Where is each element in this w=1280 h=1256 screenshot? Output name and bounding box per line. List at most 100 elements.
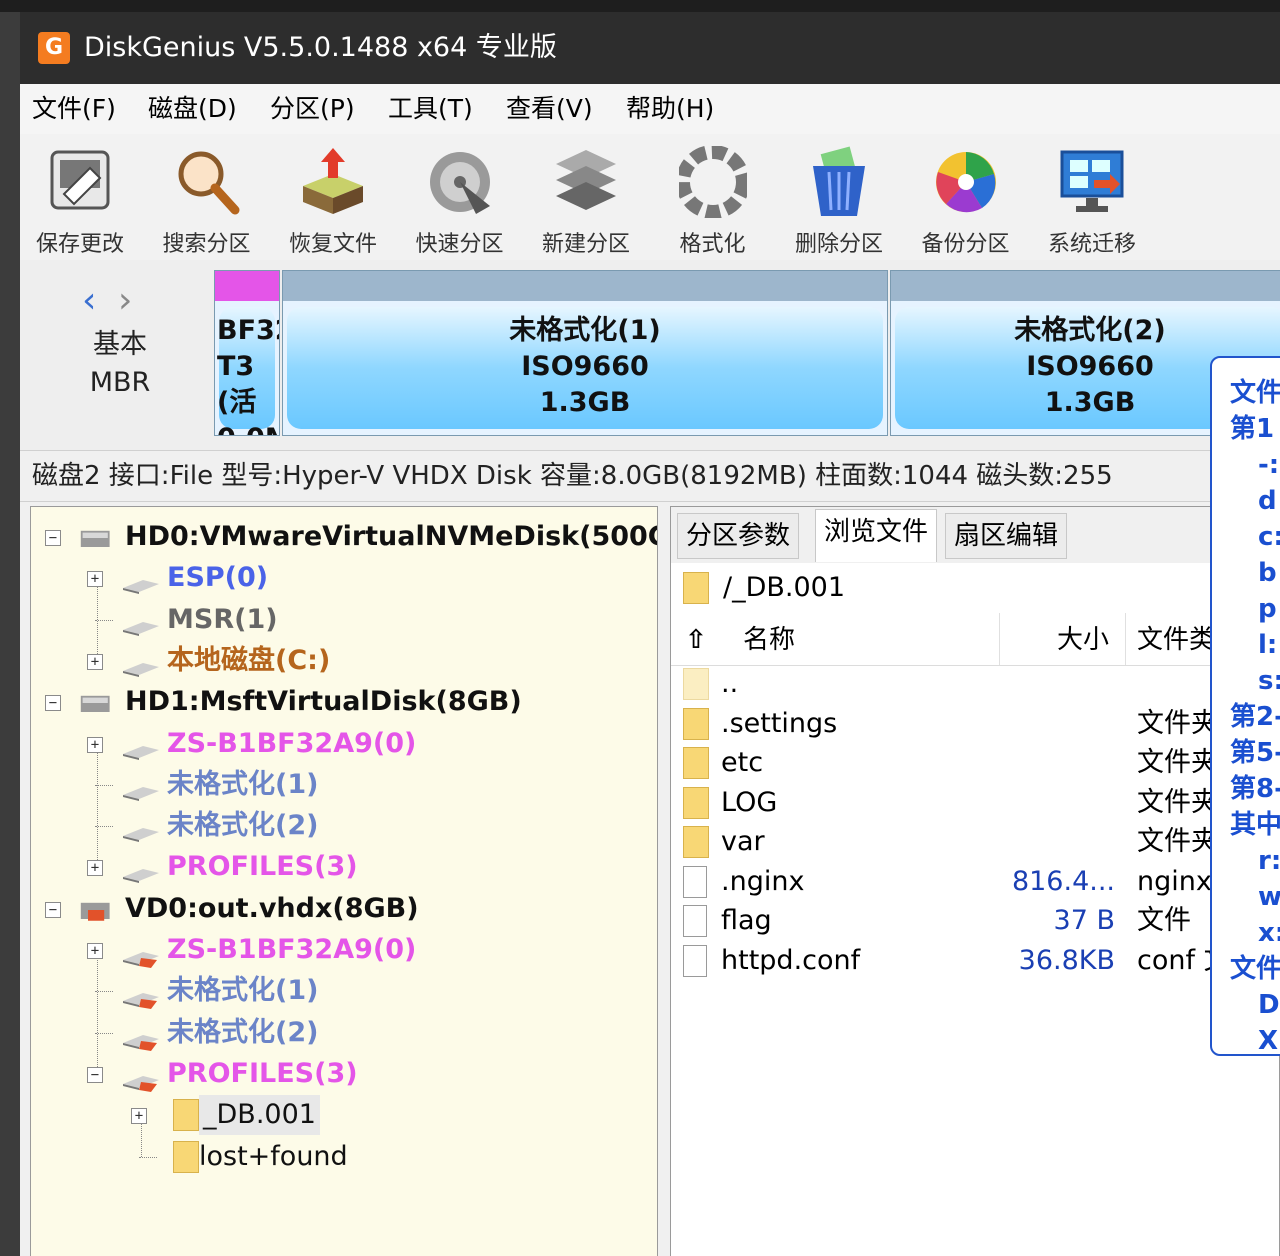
file-name: httpd.conf <box>721 944 861 976</box>
prev-disk-arrow-icon[interactable]: ‹ <box>82 280 96 321</box>
tree-node-label: 未格式化(2) <box>167 810 319 842</box>
tree-node[interactable]: + _DB.001 <box>31 1095 651 1136</box>
file-row[interactable]: var 文件夹 <box>671 823 1279 863</box>
tooltip-line: l: <box>1258 630 1278 660</box>
partition-label-line1: 未格式化(2) <box>1014 315 1166 346</box>
toolbar-button-3[interactable]: 恢复文件 <box>273 140 393 257</box>
disk-map-partition[interactable]: BF32 T3 (活 0.0M <box>214 270 280 436</box>
tree-node-label: 未格式化(1) <box>167 768 319 800</box>
virtual-partition-icon <box>121 940 161 968</box>
tooltip-line: 第1 <box>1230 414 1275 444</box>
tree-node[interactable]: + ESP(0) <box>31 558 651 598</box>
collapse-icon[interactable]: − <box>45 901 61 918</box>
quick-partition-icon <box>426 146 494 218</box>
tree-node[interactable]: MSR(1) <box>31 600 651 640</box>
toolbar-button-4[interactable]: 快速分区 <box>400 140 520 257</box>
disk-type-label: 基本 MBR <box>80 326 160 402</box>
tooltip-line: x: <box>1258 918 1280 948</box>
top-dark-bar <box>0 0 1280 12</box>
up-directory-icon[interactable]: ⇧ <box>685 621 707 659</box>
menu-item[interactable]: 帮助(H) <box>626 92 714 126</box>
column-name[interactable]: 名称 <box>743 621 795 659</box>
toolbar-button-7[interactable]: 删除分区 <box>779 140 899 257</box>
tree-node[interactable]: + ZS-B1BF32A9(0) <box>31 930 651 970</box>
tree-node[interactable]: lost+found <box>31 1137 651 1177</box>
tab-2[interactable]: 浏览文件 <box>815 509 938 562</box>
collapse-icon[interactable]: − <box>45 530 61 546</box>
toolbar-button-8[interactable]: 备份分区 <box>906 140 1026 257</box>
tree-node[interactable]: + PROFILES(3) <box>31 847 651 887</box>
expand-icon[interactable]: + <box>87 571 103 588</box>
tab-3[interactable]: 扇区编辑 <box>945 513 1068 559</box>
recover-files-icon <box>299 146 367 218</box>
disk-map-partition[interactable]: 未格式化(1) ISO9660 1.3GB <box>282 270 888 436</box>
file-size: 37 B <box>1053 905 1115 936</box>
toolbar-button-1[interactable]: 保存更改 <box>20 140 140 257</box>
tooltip-line: 第5- <box>1230 738 1280 768</box>
file-name: flag <box>721 905 772 936</box>
expand-icon[interactable]: + <box>87 860 103 877</box>
menu-item[interactable]: 分区(P) <box>270 92 355 126</box>
file-row[interactable]: .settings 文件夹 <box>671 705 1279 745</box>
file-row[interactable]: .nginx 816.4... nginx <box>671 863 1279 903</box>
expand-icon[interactable]: + <box>87 653 103 670</box>
tree-node[interactable]: − HD1:MsftVirtualDisk(8GB) <box>31 682 651 722</box>
collapse-icon[interactable]: − <box>87 1066 103 1083</box>
path-bar[interactable]: /_DB.001 <box>671 563 1279 614</box>
file-row[interactable]: LOG 文件夹 <box>671 784 1279 824</box>
file-row[interactable]: etc 文件夹 <box>671 744 1279 784</box>
file-name: etc <box>721 747 764 778</box>
title-bar[interactable]: G DiskGenius V5.5.0.1488 x64 专业版 <box>20 12 1280 84</box>
menu-item[interactable]: 文件(F) <box>32 92 116 126</box>
file-row[interactable]: httpd.conf 36.8KB conf 文 <box>671 942 1279 982</box>
collapse-icon[interactable]: − <box>45 695 61 712</box>
tree-node[interactable]: 未格式化(1) <box>31 971 651 1011</box>
tree-node[interactable]: 未格式化(1) <box>31 765 651 805</box>
file-row[interactable]: .. <box>671 665 1279 705</box>
toolbar-button-5[interactable]: 新建分区 <box>526 140 646 257</box>
tooltip-line: 文件 <box>1230 954 1280 984</box>
column-divider <box>1125 613 1126 665</box>
tree-node[interactable]: − HD0:VMwareVirtualNVMeDisk(500GB <box>31 517 657 557</box>
toolbar-label: 格式化 <box>679 232 746 257</box>
toolbar-button-2[interactable]: 搜索分区 <box>147 140 267 257</box>
folder-icon <box>683 572 709 604</box>
folder-icon <box>683 707 709 740</box>
menu-item[interactable]: 工具(T) <box>388 92 473 126</box>
tree-node-label: ZS-B1BF32A9(0) <box>167 934 417 965</box>
expand-icon[interactable]: + <box>131 1108 147 1125</box>
tooltip-line: -: <box>1258 450 1280 480</box>
expand-icon[interactable]: + <box>87 943 103 959</box>
column-divider <box>999 613 1000 665</box>
tree-node[interactable]: + ZS-B1BF32A9(0) <box>31 724 651 764</box>
toolbar-label: 保存更改 <box>35 232 124 257</box>
menu-item[interactable]: 查看(V) <box>506 92 593 126</box>
partition-icon <box>121 610 161 636</box>
next-disk-arrow-icon[interactable]: › <box>118 280 132 321</box>
expand-icon[interactable]: + <box>87 736 103 753</box>
tree-node[interactable]: − PROFILES(3) <box>31 1054 651 1094</box>
tree-node[interactable]: − VD0:out.vhdx(8GB) <box>31 889 651 929</box>
column-type[interactable]: 文件类 <box>1137 621 1215 659</box>
tab-1[interactable]: 分区参数 <box>677 513 800 559</box>
disk-type-line1: 基本 <box>93 329 147 360</box>
toolbar-button-9[interactable]: 系统迁移 <box>1032 140 1152 257</box>
toolbar-button-6[interactable]: 格式化 <box>653 140 773 257</box>
background-window-strip <box>0 12 20 1256</box>
partition-label-line1: BF32 <box>217 315 279 346</box>
menu-item[interactable]: 磁盘(D) <box>148 92 237 126</box>
virtual-partition-icon <box>121 1064 161 1092</box>
disk-map: ‹ › 基本 MBR BF32 T3 (活 0.0M 未格式化(1) ISO9660 1.… <box>20 260 1280 450</box>
toolbar-label: 新建分区 <box>541 232 630 257</box>
tooltip-line: b <box>1258 558 1277 588</box>
partition-label: BF32 T3 (活 0.0M <box>217 313 279 435</box>
tree-node[interactable]: 未格式化(2) <box>31 1013 651 1053</box>
tooltip-line: D <box>1258 990 1280 1020</box>
column-size[interactable]: 大小 <box>1057 621 1109 659</box>
partition-icon <box>121 651 161 677</box>
file-row[interactable]: flag 37 B 文件 <box>671 902 1279 942</box>
tree-node[interactable]: + 本地磁盘(C:) <box>31 641 651 681</box>
tooltip-line: s: <box>1258 666 1280 696</box>
tree-node[interactable]: 未格式化(2) <box>31 806 651 846</box>
new-partition-icon <box>552 146 620 218</box>
